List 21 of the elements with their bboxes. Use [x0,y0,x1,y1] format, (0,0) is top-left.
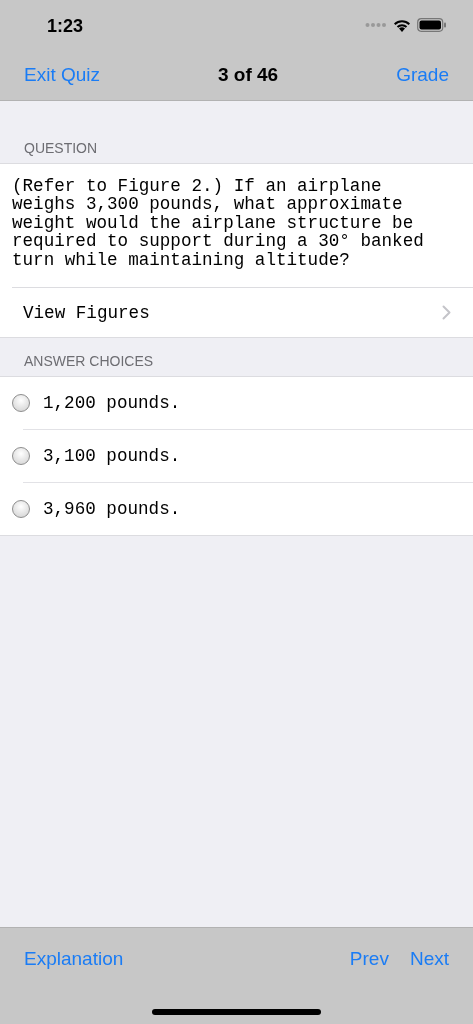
radio-button[interactable] [12,500,30,519]
battery-icon [417,18,447,32]
signal-icon [365,22,387,28]
section-header: ANSWER CHOICES [23,352,155,372]
chevron-icon [442,305,451,321]
explanation-button[interactable]: Explanation [24,948,124,970]
grade-button[interactable]: Grade [396,64,449,86]
view-figures-row[interactable]: View Figures [12,287,473,338]
status-time: 1:23 [47,15,85,37]
section-header: QUESTION [23,139,99,158]
toolbar-button[interactable]: Prev [349,948,389,970]
question-text: (Refer to Figure 2.) If an airplane weighs 3,300 pounds, what approximate weight would the airplane structure be required to support during a 30° banked turn while maintaining altitude? [11,175,425,272]
toolbar-button[interactable]: Next [409,948,449,970]
answer-text[interactable]: 1,200 pounds. [43,393,181,414]
answer-text[interactable]: 3,100 pounds. [43,446,181,467]
exit-quiz-button[interactable]: Exit Quiz [24,64,101,86]
answer-text[interactable]: 3,960 pounds. [43,499,181,520]
wifi-icon [393,18,411,32]
radio-button[interactable] [12,394,30,413]
nav-title: 3 of 46 [218,64,279,86]
radio-button[interactable] [12,447,30,466]
